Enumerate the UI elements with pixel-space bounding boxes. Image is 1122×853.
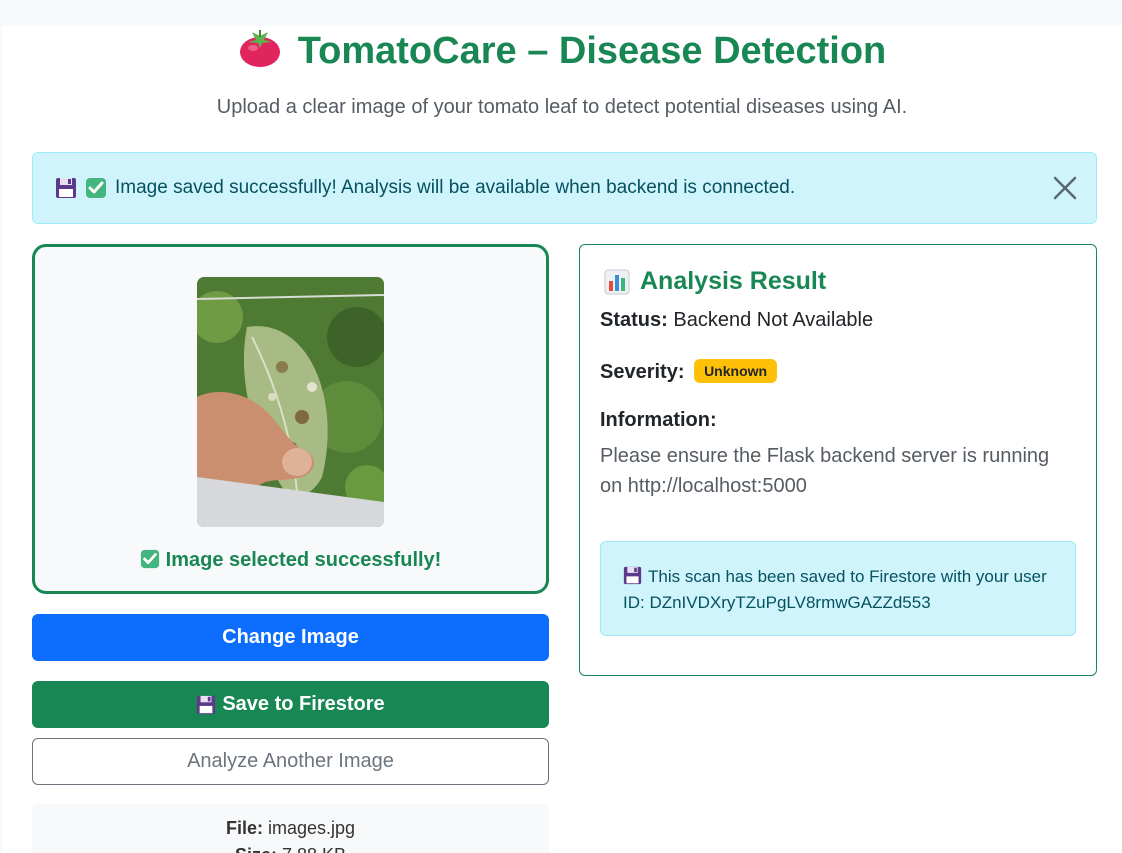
- tomato-icon: [239, 30, 280, 67]
- floppy-disk-icon: [55, 177, 77, 199]
- success-alert: Image saved successfully! Analysis will …: [32, 152, 1097, 224]
- severity-row: Severity: Unknown: [600, 359, 778, 384]
- change-image-button[interactable]: Change Image: [32, 614, 549, 661]
- leaf-image-preview: [197, 277, 384, 527]
- file-size-line: Size: 7.88 KB: [32, 845, 549, 853]
- check-mark-icon: [140, 549, 159, 569]
- result-title: Analysis Result: [604, 267, 826, 296]
- file-size: 7.88 KB: [282, 845, 346, 853]
- page-title-text: TomatoCare – Disease Detection: [297, 30, 887, 72]
- status-value: Backend Not Available: [673, 309, 874, 331]
- check-mark-icon: [85, 177, 107, 199]
- size-label: Size:: [235, 845, 277, 853]
- bar-chart-icon: [604, 269, 630, 294]
- page-title: TomatoCare – Disease Detection: [2, 28, 1122, 74]
- image-selected-message: Image selected successfully!: [35, 549, 546, 572]
- saved-note: This scan has been saved to Firestore wi…: [600, 541, 1076, 636]
- analyze-another-button[interactable]: Analyze Another Image: [32, 738, 549, 785]
- save-to-firestore-button[interactable]: Save to Firestore: [32, 681, 549, 728]
- main-page: TomatoCare – Disease Detection Upload a …: [2, 26, 1122, 853]
- file-info-panel: File: images.jpg Size: 7.88 KB: [32, 804, 549, 853]
- information-row: Information:: [600, 409, 717, 432]
- alert-message: Image saved successfully! Analysis will …: [115, 177, 796, 198]
- file-label: File:: [225, 818, 263, 838]
- image-selected-text: Image selected successfully!: [165, 549, 442, 571]
- severity-badge: Unknown: [694, 359, 778, 383]
- page-subtitle: Upload a clear image of your tomato leaf…: [216, 96, 908, 118]
- file-name: images.jpg: [267, 818, 356, 838]
- status-row: Status: Backend Not Available: [600, 309, 873, 332]
- floppy-disk-icon: [623, 566, 642, 585]
- saved-note-text: This scan has been saved to Firestore wi…: [623, 567, 1047, 612]
- file-name-line: File: images.jpg: [32, 818, 549, 839]
- floppy-disk-icon: [197, 695, 216, 714]
- information-text: Please ensure the Flask backend server i…: [600, 445, 1050, 497]
- analysis-result-card: Analysis Result Status: Backend Not Avai…: [579, 244, 1097, 676]
- result-title-text: Analysis Result: [640, 267, 827, 295]
- image-preview-card: Image selected successfully!: [32, 244, 549, 594]
- information-label: Information:: [600, 409, 717, 431]
- status-label: Status:: [600, 309, 668, 331]
- save-to-firestore-label: Save to Firestore: [222, 693, 385, 715]
- close-icon[interactable]: [1052, 175, 1078, 201]
- severity-label: Severity:: [600, 361, 685, 383]
